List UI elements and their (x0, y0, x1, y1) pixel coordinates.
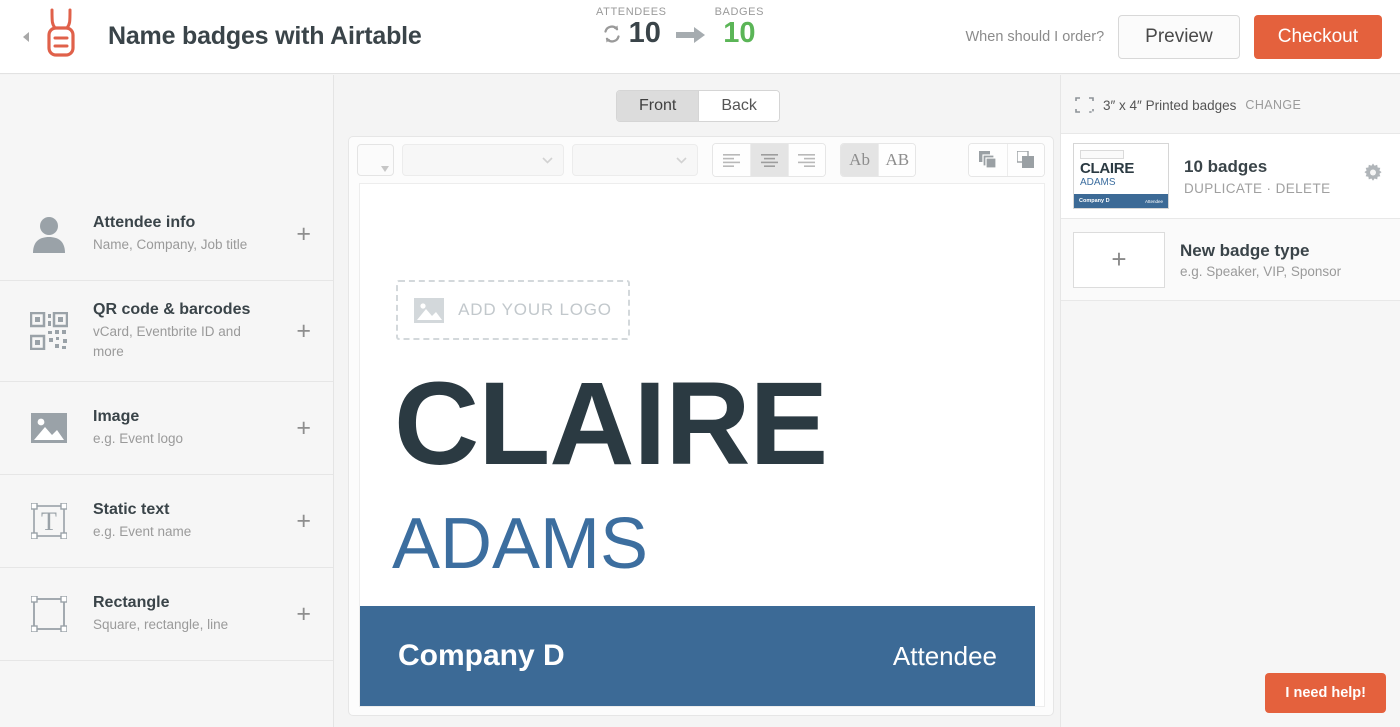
new-badge-type-subtitle: e.g. Speaker, VIP, Sponsor (1180, 263, 1342, 279)
sidebar-item-title: Attendee info (93, 213, 196, 231)
color-swatch-picker[interactable] (357, 144, 395, 176)
font-family-select[interactable] (402, 144, 565, 176)
thumb-first-name: CLAIRE (1080, 160, 1135, 177)
send-to-back-icon[interactable] (1006, 144, 1044, 176)
sidebar-item-subtitle: Name, Company, Job title (93, 236, 248, 252)
svg-text:T: T (41, 507, 57, 536)
sidebar-item-title: Static text (93, 500, 170, 518)
badges-value: 10 (723, 17, 756, 49)
add-image-button[interactable]: + (296, 415, 311, 441)
add-logo-placeholder[interactable]: ADD YOUR LOGO (396, 280, 630, 340)
sidebar-item-static-text[interactable]: T Static text e.g. Event name + (0, 475, 333, 568)
duplicate-badge-link[interactable]: DUPLICATE (1184, 181, 1262, 196)
badge-editor: Ab AB ADD YOUR LOGO CLAIRE ADAMS Company… (348, 136, 1054, 716)
when-should-i-order-link[interactable]: When should I order? (966, 29, 1105, 45)
counters: ATTENDEES 10 BADGES 10 (596, 6, 764, 49)
sidebar-item-subtitle: Square, rectangle, line (93, 616, 229, 632)
elements-sidebar: Attendee info Name, Company, Job title + (0, 75, 334, 727)
badge-size-text: 3″ x 4″ Printed badges (1103, 97, 1237, 113)
sidebar-item-subtitle: e.g. Event logo (93, 430, 184, 446)
actions-separator: · (1266, 180, 1272, 196)
case-upper-button[interactable]: AB (878, 144, 916, 176)
badges-counter: BADGES 10 (715, 6, 764, 48)
add-qr-code-button[interactable]: + (296, 318, 311, 344)
badge-size-icon (1075, 97, 1094, 113)
tab-back[interactable]: Back (698, 91, 779, 121)
badge-lanyard-logo (38, 8, 84, 65)
qr-code-icon (26, 309, 72, 353)
add-logo-label: ADD YOUR LOGO (458, 300, 612, 319)
align-center-icon[interactable] (750, 144, 788, 176)
sidebar-item-title: Image (93, 407, 140, 425)
image-icon (414, 297, 445, 323)
new-badge-type-row[interactable]: + New badge type e.g. Speaker, VIP, Spon… (1061, 219, 1400, 301)
case-mixed-button[interactable]: Ab (840, 144, 879, 176)
image-icon (26, 406, 72, 450)
bring-to-front-icon[interactable] (969, 144, 1007, 176)
alignment-group (712, 143, 826, 177)
thumb-footer-bar: Company D Attendee (1074, 194, 1168, 208)
add-rectangle-button[interactable]: + (296, 601, 311, 627)
font-size-select[interactable] (572, 144, 699, 176)
badge-last-name[interactable]: ADAMS (392, 508, 648, 580)
badge-role: Attendee (892, 640, 997, 671)
badge-thumbnail: CLAIRE ADAMS Company D Attendee (1073, 143, 1169, 209)
header-actions: When should I order? Preview Checkout (966, 0, 1382, 74)
side-tabs: Front Back (616, 90, 780, 122)
badge-footer-bar[interactable]: Company D Attendee (360, 606, 1035, 706)
sidebar-item-subtitle: vCard, Eventbrite ID and more (93, 323, 241, 359)
chevron-down-icon (542, 156, 553, 164)
attendees-counter: ATTENDEES 10 (596, 6, 667, 48)
thumb-logo-placeholder (1080, 150, 1124, 159)
layer-order-group (968, 143, 1045, 177)
delete-badge-link[interactable]: DELETE (1276, 181, 1331, 196)
sidebar-item-qr-code[interactable]: QR code & barcodes vCard, Eventbrite ID … (0, 281, 333, 382)
chevron-down-icon (381, 166, 390, 172)
app-header: Name badges with Airtable ATTENDEES 10 B… (0, 0, 1400, 74)
badge-canvas[interactable]: ADD YOUR LOGO CLAIRE ADAMS Company D Att… (359, 183, 1045, 707)
badge-company: Company D (398, 639, 565, 672)
badge-type-row[interactable]: CLAIRE ADAMS Company D Attendee 10 badge… (1061, 133, 1400, 219)
badge-count-label: 10 badges (1184, 156, 1268, 176)
sidebar-item-title: Rectangle (93, 593, 170, 611)
rectangle-icon (26, 592, 72, 636)
badge-editor-app: Name badges with Airtable ATTENDEES 10 B… (0, 0, 1400, 727)
new-badge-type-title: New badge type (1180, 240, 1310, 260)
attendees-value: 10 (628, 17, 661, 49)
badge-first-name[interactable]: CLAIRE (394, 365, 828, 483)
align-right-icon[interactable] (787, 144, 825, 176)
chevron-down-icon (676, 156, 687, 164)
editor-toolbar: Ab AB (349, 137, 1053, 183)
add-badge-type-button[interactable]: + (1073, 231, 1165, 288)
back-button[interactable] (14, 31, 36, 43)
sync-icon[interactable] (602, 24, 622, 44)
help-button[interactable]: I need help! (1265, 673, 1386, 713)
sidebar-item-rectangle[interactable]: Rectangle Square, rectangle, line + (0, 568, 333, 661)
checkout-button[interactable]: Checkout (1253, 15, 1382, 59)
elements-list: Attendee info Name, Company, Job title + (0, 188, 333, 661)
page-title: Name badges with Airtable (108, 22, 422, 50)
change-size-link[interactable]: CHANGE (1245, 98, 1301, 112)
sidebar-item-subtitle: e.g. Event name (93, 523, 192, 539)
add-static-text-button[interactable]: + (296, 508, 311, 534)
static-text-icon: T (26, 499, 72, 543)
gear-icon[interactable] (1362, 163, 1386, 190)
tab-front[interactable]: Front (617, 91, 699, 121)
text-case-group: Ab AB (839, 143, 917, 177)
sidebar-item-title: QR code & barcodes (93, 300, 251, 318)
chevron-left-icon (22, 31, 29, 42)
add-attendee-info-button[interactable]: + (296, 221, 311, 247)
arrow-right-icon (675, 26, 706, 49)
sidebar-item-attendee-info[interactable]: Attendee info Name, Company, Job title + (0, 188, 333, 281)
thumb-last-name: ADAMS (1080, 177, 1116, 188)
thumb-role: Attendee (1144, 198, 1163, 204)
sidebar-item-image[interactable]: Image e.g. Event logo + (0, 382, 333, 475)
badge-types-panel: 3″ x 4″ Printed badges CHANGE CLAIRE ADA… (1060, 75, 1400, 727)
preview-button[interactable]: Preview (1118, 15, 1240, 59)
thumb-company: Company D (1079, 198, 1110, 204)
align-left-icon[interactable] (713, 144, 751, 176)
badge-size-row: 3″ x 4″ Printed badges CHANGE (1061, 75, 1400, 133)
person-icon (26, 212, 72, 256)
